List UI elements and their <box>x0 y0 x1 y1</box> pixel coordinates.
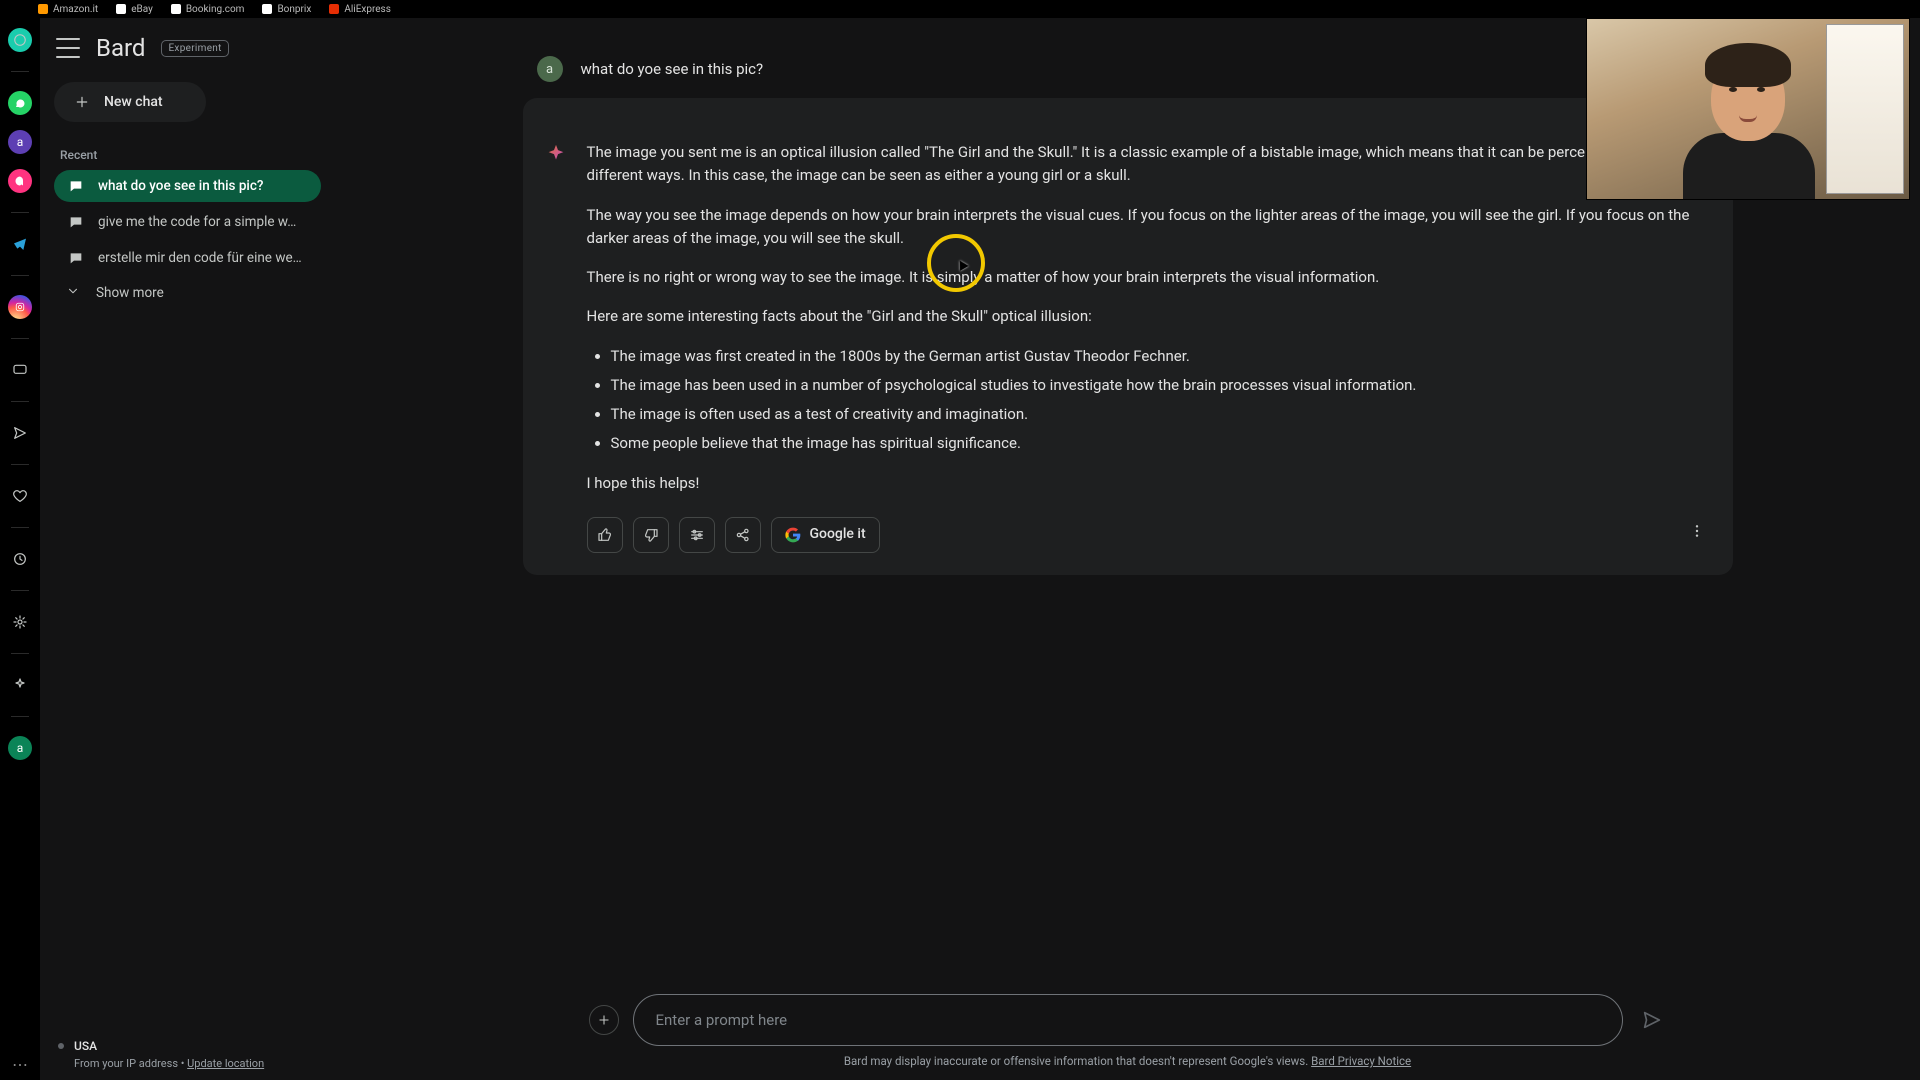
rail-icon-messenger[interactable] <box>8 169 32 193</box>
thumbs-down-button[interactable] <box>633 517 669 553</box>
user-message-text: what do yoe see in this pic? <box>581 60 764 78</box>
chat-item[interactable]: what do yoe see in this pic? <box>54 170 321 202</box>
prompt-input[interactable] <box>656 1011 1600 1029</box>
location-source: From your IP address • <box>74 1057 187 1070</box>
response-list: The image was first created in the 1800s… <box>611 345 1711 456</box>
brand-title: Bard <box>96 34 145 62</box>
rail-more-icon[interactable]: ⋯ <box>12 1055 28 1080</box>
send-button[interactable] <box>1637 1005 1667 1035</box>
thumbs-up-button[interactable] <box>587 517 623 553</box>
chat-bubble-icon <box>68 214 84 230</box>
browser-tabstrip: Amazon.it eBay Booking.com Bonprix AliEx… <box>0 0 1920 18</box>
response-list-item: Some people believe that the image has s… <box>611 432 1711 455</box>
response-paragraph: The way you see the image depends on how… <box>587 204 1711 251</box>
browser-tab-ebay[interactable]: eBay <box>116 4 153 15</box>
chat-item-label: what do yoe see in this pic? <box>98 178 264 194</box>
response-list-item: The image was first created in the 1800s… <box>611 345 1711 368</box>
tab-label: Amazon.it <box>53 4 98 15</box>
new-chat-label: New chat <box>104 94 163 110</box>
response-paragraph: There is no right or wrong way to see th… <box>587 266 1711 289</box>
show-more-label: Show more <box>96 285 164 301</box>
chat-item-label: erstelle mir den code für eine we… <box>98 250 302 266</box>
rail-icon-sparkle[interactable] <box>8 673 32 697</box>
user-avatar: a <box>537 56 563 82</box>
feedback-row: Google it <box>587 517 1711 553</box>
chat-list: what do yoe see in this pic? give me the… <box>54 170 321 274</box>
sidebar-footer: USA From your IP address • Update locati… <box>54 1039 321 1070</box>
rail-icon-send[interactable] <box>8 421 32 445</box>
response-paragraph: The image you sent me is an optical illu… <box>587 141 1711 188</box>
disclaimer: Bard may display inaccurate or offensive… <box>365 1046 1890 1074</box>
show-more-button[interactable]: Show more <box>54 276 321 310</box>
tab-label: eBay <box>131 4 153 15</box>
chat-item[interactable]: give me the code for a simple w… <box>54 206 321 238</box>
chat-item-label: give me the code for a simple w… <box>98 214 296 230</box>
plus-icon <box>72 92 92 112</box>
response-text: The image you sent me is an optical illu… <box>587 141 1711 553</box>
rail-icon-avatar-a[interactable]: a <box>8 736 32 760</box>
update-location-link[interactable]: Update location <box>187 1057 264 1070</box>
bard-spark-icon <box>545 143 569 553</box>
tab-label: Bonprix <box>277 4 311 15</box>
chat-bubble-icon <box>68 178 84 194</box>
prompt-area: Bard may display inaccurate or offensive… <box>365 986 1890 1080</box>
chat-bubble-icon <box>68 250 84 266</box>
experiment-badge: Experiment <box>161 40 228 57</box>
share-button[interactable] <box>725 517 761 553</box>
browser-tab-amazon[interactable]: Amazon.it <box>38 4 98 15</box>
bard-app: Bard Experiment New chat Recent what do … <box>40 18 1920 1080</box>
privacy-notice-link[interactable]: Bard Privacy Notice <box>1311 1054 1411 1068</box>
disclaimer-text: Bard may display inaccurate or offensive… <box>844 1054 1311 1068</box>
response-block: View other d The image you sent me is an… <box>523 98 1733 575</box>
google-it-label: Google it <box>810 524 866 546</box>
more-options-icon[interactable] <box>1683 517 1711 552</box>
prompt-input-wrap[interactable] <box>633 994 1623 1046</box>
new-chat-button[interactable]: New chat <box>54 82 206 122</box>
rail-icon-purple-app[interactable]: a <box>8 130 32 154</box>
webcam-overlay <box>1586 18 1910 200</box>
response-paragraph: Here are some interesting facts about th… <box>587 305 1711 328</box>
rail-icon-settings[interactable] <box>8 610 32 634</box>
chat-item[interactable]: erstelle mir den code für eine we… <box>54 242 321 274</box>
google-logo-icon <box>785 527 801 543</box>
tune-button[interactable] <box>679 517 715 553</box>
sidebar: Bard Experiment New chat Recent what do … <box>40 18 335 1080</box>
browser-tab-bonprix[interactable]: Bonprix <box>262 4 311 15</box>
browser-tab-booking[interactable]: Booking.com <box>171 4 245 15</box>
rail-icon-workspace-active[interactable] <box>8 28 32 52</box>
rail-icon-heart[interactable] <box>8 484 32 508</box>
menu-icon[interactable] <box>56 38 80 58</box>
recent-label: Recent <box>60 148 315 162</box>
rail-icon-instagram[interactable] <box>8 295 32 319</box>
response-list-item: The image is often used as a test of cre… <box>611 403 1711 426</box>
tab-label: AliExpress <box>344 4 391 15</box>
attach-button[interactable] <box>589 1005 619 1035</box>
location-dot-icon <box>58 1043 64 1049</box>
browser-tab-aliexpress[interactable]: AliExpress <box>329 4 391 15</box>
chevron-down-icon <box>66 284 82 302</box>
tab-label: Booking.com <box>186 4 245 15</box>
response-list-item: The image has been used in a number of p… <box>611 374 1711 397</box>
rail-icon-history[interactable] <box>8 547 32 571</box>
rail-icon-whatsapp[interactable] <box>8 91 32 115</box>
app-rail: a a ⋯ <box>0 18 40 1080</box>
response-paragraph: I hope this helps! <box>587 472 1711 495</box>
rail-icon-chat[interactable] <box>8 358 32 382</box>
rail-icon-telegram[interactable] <box>8 232 32 256</box>
location-country: USA <box>74 1039 97 1053</box>
user-message-row: a what do yoe see in this pic? <box>523 46 1733 92</box>
google-it-button[interactable]: Google it <box>771 517 880 553</box>
